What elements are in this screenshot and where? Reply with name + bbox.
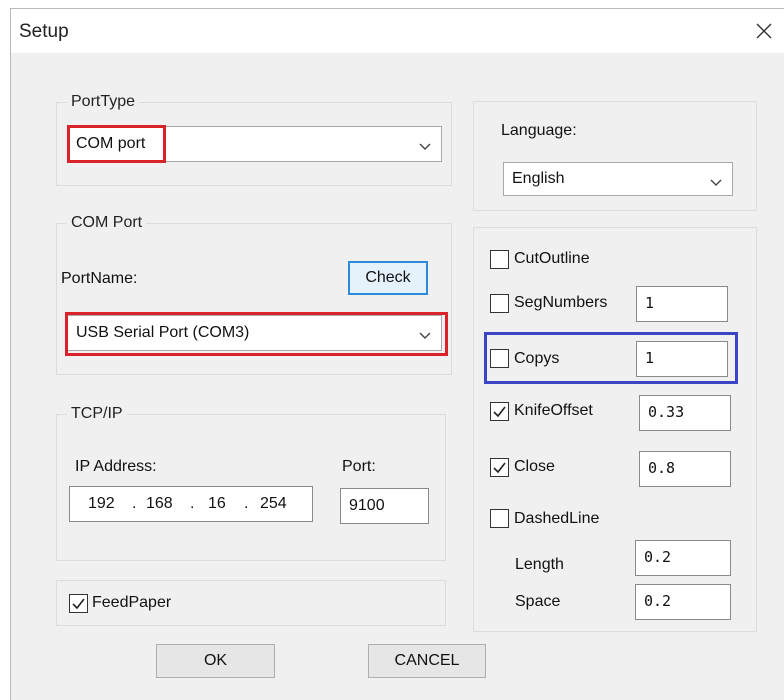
ip-address-field[interactable]: 192 . 168 . 16 . 254 (69, 486, 313, 522)
check-button[interactable]: Check (348, 261, 428, 295)
close-label: Close (514, 458, 555, 475)
close-checkbox[interactable] (490, 458, 509, 477)
space-field[interactable]: 0.2 (635, 584, 731, 620)
ip-dot-1: . (132, 495, 137, 512)
ip-octet-4: 254 (260, 495, 287, 512)
length-value: 0.2 (644, 548, 672, 566)
feedpaper-label: FeedPaper (92, 594, 172, 611)
dashedline-label: DashedLine (514, 510, 600, 527)
copys-highlight (484, 332, 738, 384)
cutoutline-label: CutOutline (514, 250, 590, 267)
segnumbers-field[interactable]: 1 (636, 286, 728, 322)
space-value: 0.2 (644, 592, 672, 610)
tcpip-legend: TCP/IP (67, 405, 127, 423)
window-title: Setup (19, 21, 69, 42)
ip-octet-3: 16 (208, 495, 226, 512)
porttype-highlight (67, 125, 166, 163)
dashedline-checkbox[interactable] (490, 509, 509, 528)
portname-highlight (65, 312, 448, 356)
com-port-legend: COM Port (67, 214, 147, 232)
knifeoffset-label: KnifeOffset (514, 402, 593, 419)
length-field[interactable]: 0.2 (635, 540, 731, 576)
close-value: 0.8 (648, 459, 676, 477)
ip-dot-2: . (190, 495, 195, 512)
title-bar: Setup (11, 9, 784, 53)
segnumbers-value: 1 (645, 294, 655, 312)
port-value: 9100 (349, 497, 385, 514)
portname-label: PortName: (61, 270, 138, 287)
chevron-down-icon (710, 174, 722, 192)
close-icon[interactable] (747, 15, 781, 47)
knifeoffset-field[interactable]: 0.33 (639, 395, 731, 431)
space-label: Space (515, 593, 561, 610)
language-label: Language: (501, 122, 577, 139)
ip-octet-1: 192 (88, 495, 115, 512)
cutoutline-checkbox[interactable] (490, 250, 509, 269)
knifeoffset-value: 0.33 (648, 403, 685, 421)
ip-octet-2: 168 (146, 495, 173, 512)
chevron-down-icon (419, 138, 431, 156)
ip-address-label: IP Address: (75, 458, 157, 475)
knifeoffset-checkbox[interactable] (490, 402, 509, 421)
port-field[interactable]: 9100 (340, 488, 429, 524)
port-label: Port: (342, 458, 376, 475)
porttype-legend: PortType (67, 93, 140, 111)
ok-button[interactable]: OK (156, 644, 275, 678)
length-label: Length (515, 556, 564, 573)
segnumbers-checkbox[interactable] (490, 294, 509, 313)
language-value: English (512, 170, 565, 187)
setup-dialog: Setup PortType COM port Language: Englis… (10, 8, 784, 700)
cancel-button[interactable]: CANCEL (368, 644, 486, 678)
segnumbers-label: SegNumbers (514, 294, 608, 311)
close-field[interactable]: 0.8 (639, 451, 731, 487)
feedpaper-checkbox[interactable] (69, 594, 88, 613)
language-select[interactable]: English (503, 162, 733, 196)
ip-dot-3: . (244, 495, 249, 512)
